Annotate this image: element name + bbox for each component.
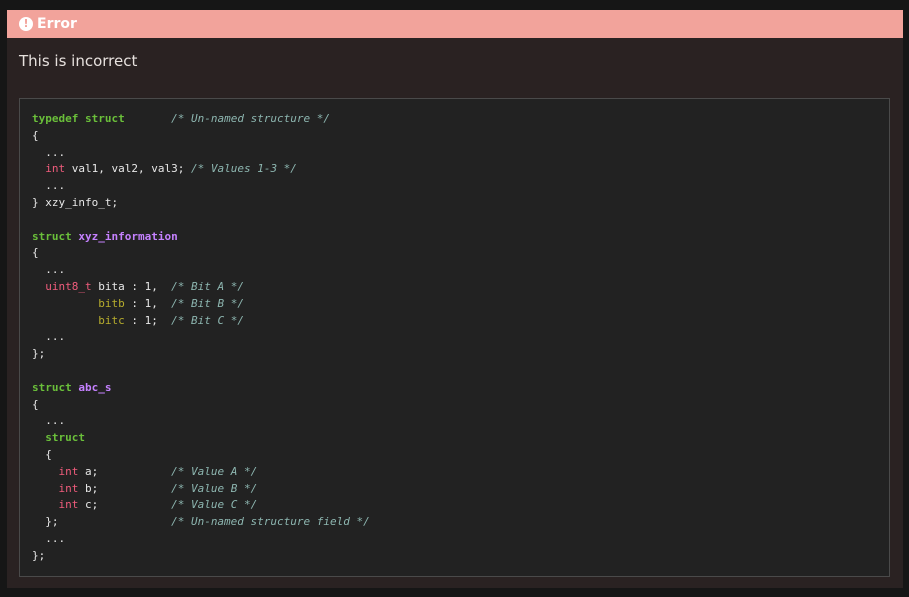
code-token: struct — [32, 380, 72, 394]
code-token: /* Value A */ — [171, 464, 258, 478]
code-token: int — [58, 464, 79, 478]
code-token: int — [45, 162, 66, 176]
code-line: ... — [32, 145, 877, 162]
code-token: b; — [78, 481, 172, 495]
code-token: }; — [32, 515, 172, 529]
code-token: xyz_information — [78, 229, 178, 243]
code-token: { — [32, 246, 39, 260]
code-token: /* Value B */ — [171, 481, 258, 495]
code-token: bitb — [98, 296, 125, 310]
code-token: : 1, — [124, 296, 172, 310]
code-line: }; — [32, 346, 877, 363]
code-token: }; — [32, 548, 46, 562]
code-token: struct — [32, 229, 72, 243]
code-line: ​ — [32, 363, 877, 380]
code-token: ... — [32, 145, 66, 159]
code-token: uint8_t — [45, 279, 92, 293]
code-token: bitc — [98, 313, 125, 327]
code-line: }; /* Un-named structure field */ — [32, 514, 877, 531]
code-line: struct xyz_information — [32, 229, 877, 246]
code-token: } xzy_info_t; — [32, 195, 119, 209]
code-line: struct — [32, 430, 877, 447]
code-line: int a; /* Value A */ — [32, 464, 877, 481]
code-token: ... — [32, 414, 66, 428]
code-line: } xzy_info_t; — [32, 195, 877, 212]
code-token: int — [58, 498, 79, 512]
code-token: }; — [32, 347, 46, 361]
code-token: { — [32, 397, 39, 411]
code-token: val1, val2, val3; — [65, 162, 191, 176]
code-token: abc_s — [78, 380, 112, 394]
code-token: /* Bit B */ — [171, 296, 244, 310]
code-token: a; — [78, 464, 172, 478]
code-token: { — [32, 128, 39, 142]
code-token: ... — [32, 179, 66, 193]
code-line: ... — [32, 262, 877, 279]
code-line: ​ — [32, 212, 877, 229]
code-line: int b; /* Value B */ — [32, 481, 877, 498]
code-listing: typedef struct /* Un-named structure */{… — [32, 111, 877, 565]
error-panel: ! Error This is incorrect typedef struct… — [7, 10, 903, 588]
code-line: uint8_t bita : 1, /* Bit A */ — [32, 279, 877, 296]
code-token: ... — [32, 330, 66, 344]
code-token: struct — [84, 112, 125, 125]
code-line: { — [32, 245, 877, 262]
code-token: : 1; — [124, 313, 172, 327]
code-line: { — [32, 447, 877, 464]
code-line: ... — [32, 178, 877, 195]
code-token: /* Un-named structure field */ — [171, 515, 370, 529]
code-token: ... — [32, 263, 66, 277]
error-header: ! Error — [7, 10, 903, 38]
code-token: ... — [32, 531, 66, 545]
code-line: bitb : 1, /* Bit B */ — [32, 296, 877, 313]
code-token: int — [58, 481, 79, 495]
code-token: struct — [45, 431, 85, 445]
code-token: c; — [78, 498, 172, 512]
code-line: ... — [32, 413, 877, 430]
code-token: /* Bit A */ — [171, 279, 244, 293]
code-block: typedef struct /* Un-named structure */{… — [19, 98, 890, 577]
code-token: /* Value C */ — [171, 498, 258, 512]
error-message: This is incorrect — [19, 52, 138, 70]
code-line: { — [32, 397, 877, 414]
code-line: int val1, val2, val3; /* Values 1-3 */ — [32, 161, 877, 178]
code-token: typedef — [32, 112, 79, 125]
code-line: typedef struct /* Un-named structure */ — [32, 111, 877, 128]
code-token: /* Bit C */ — [171, 313, 244, 327]
code-token: /* Values 1-3 */ — [190, 162, 297, 176]
error-title: Error — [37, 16, 77, 32]
exclamation-circle-icon: ! — [19, 17, 33, 31]
code-token: { — [32, 447, 52, 461]
code-line: }; — [32, 548, 877, 565]
code-token: /* Un-named structure */ — [171, 112, 331, 125]
code-line: ... — [32, 329, 877, 346]
code-token: bita : 1, — [91, 279, 172, 293]
code-line: bitc : 1; /* Bit C */ — [32, 313, 877, 330]
code-line: struct abc_s — [32, 380, 877, 397]
code-line: int c; /* Value C */ — [32, 497, 877, 514]
code-line: ... — [32, 531, 877, 548]
code-line: { — [32, 128, 877, 145]
